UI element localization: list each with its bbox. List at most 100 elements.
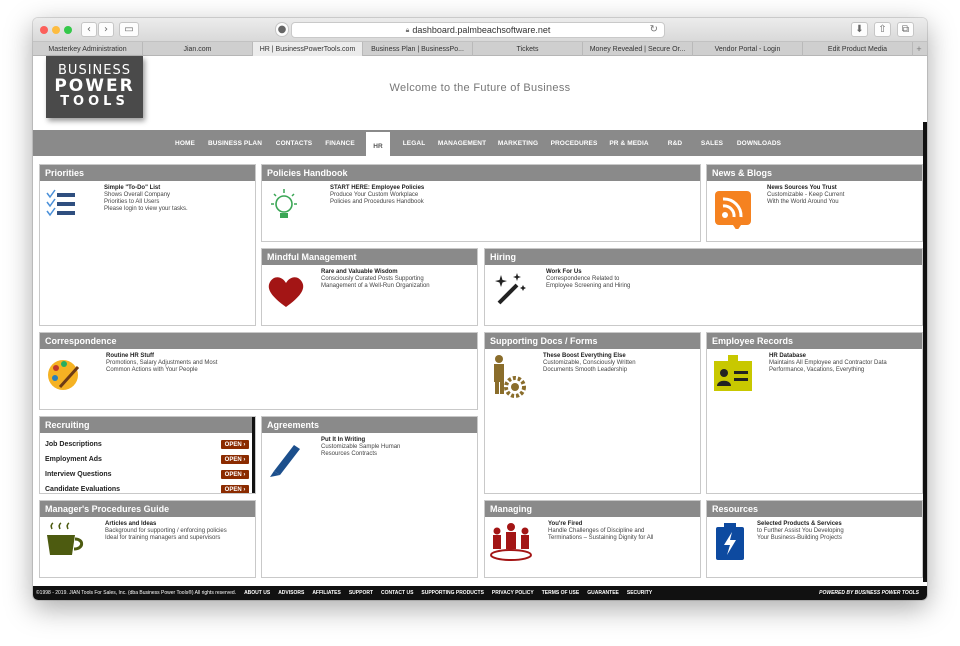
panel-recruiting: Recruiting Job Descriptions OPEN › Employ… bbox=[39, 416, 256, 494]
back-button[interactable]: ‹ bbox=[81, 22, 97, 37]
open-button[interactable]: OPEN › bbox=[221, 455, 249, 464]
nav-rnd[interactable]: R&D bbox=[665, 130, 685, 156]
id-card-icon bbox=[714, 355, 752, 391]
browser-tab[interactable]: Masterkey Administration bbox=[33, 42, 143, 56]
browser-tab[interactable]: Tickets bbox=[473, 42, 583, 56]
list-item[interactable]: Candidate Evaluations OPEN › bbox=[45, 482, 249, 493]
panel-policies-handbook[interactable]: Policies Handbook START HERE: Employee P… bbox=[261, 164, 701, 242]
url-text: dashboard.palmbeachsoftware.net bbox=[412, 25, 551, 35]
pen-icon bbox=[270, 445, 300, 477]
panel-title: Recruiting bbox=[40, 417, 255, 433]
list-item[interactable]: Employment Ads OPEN › bbox=[45, 452, 249, 466]
footer-link-privacy[interactable]: PRIVACY POLICY bbox=[492, 590, 534, 596]
panel-agreements[interactable]: Agreements Put It In Writing Customizabl… bbox=[261, 416, 478, 578]
panel-mindful-management[interactable]: Mindful Management Rare and Valuable Wis… bbox=[261, 248, 478, 326]
list-item[interactable]: Interview Questions OPEN › bbox=[45, 467, 249, 481]
panel-supporting-docs[interactable]: Supporting Docs / Forms These Boost Ever… bbox=[484, 332, 701, 494]
welcome-banner: Welcome to the Future of Business bbox=[389, 82, 571, 94]
footer-copyright: ©1998 - 2019. JIAN Tools For Sales, Inc.… bbox=[36, 590, 237, 596]
panel-managers-guide[interactable]: Manager's Procedures Guide Articles and … bbox=[39, 500, 256, 578]
footer-link-support[interactable]: SUPPORT bbox=[349, 590, 373, 596]
nav-legal[interactable]: LEGAL bbox=[402, 130, 426, 156]
downloads-button[interactable]: ⬇ bbox=[851, 22, 868, 37]
panel-title: Policies Handbook bbox=[262, 165, 700, 181]
page-scrollbar[interactable] bbox=[923, 122, 927, 582]
close-window-button[interactable] bbox=[40, 26, 48, 34]
browser-tab[interactable]: Money Revealed | Secure Or... bbox=[583, 42, 693, 56]
panel-title: Employee Records bbox=[707, 333, 922, 349]
open-button[interactable]: OPEN › bbox=[221, 485, 249, 493]
browser-tab-bar: Masterkey Administration Jian.com HR | B… bbox=[33, 42, 927, 56]
chevron-left-icon: ‹ bbox=[87, 24, 91, 35]
share-button[interactable]: ⇧ bbox=[874, 22, 891, 37]
footer-link-terms[interactable]: TERMS OF USE bbox=[542, 590, 580, 596]
nav-marketing[interactable]: MARKETING bbox=[498, 130, 538, 156]
gear-person-icon bbox=[494, 355, 526, 398]
browser-tab[interactable]: Business Plan | BusinessPo... bbox=[363, 42, 473, 56]
panel-resources[interactable]: Resources Selected Products & Services t… bbox=[706, 500, 923, 578]
footer-link-security[interactable]: SECURITY bbox=[627, 590, 652, 596]
footer-link-about[interactable]: ABOUT US bbox=[244, 590, 270, 596]
reload-icon[interactable]: ↻ bbox=[650, 24, 658, 35]
panel-priorities[interactable]: Priorities Simple "To-Do" List Shows Ove… bbox=[39, 164, 256, 326]
battery-icon bbox=[716, 523, 744, 560]
footer-link-guarantee[interactable]: GUARANTEE bbox=[587, 590, 619, 596]
address-bar[interactable]: 🔒︎ dashboard.palmbeachsoftware.net ↻ bbox=[291, 22, 665, 38]
extension-icon: ● bbox=[277, 24, 287, 35]
nav-procedures[interactable]: PROCEDURES bbox=[551, 130, 598, 156]
panel-hiring[interactable]: Hiring Work For Us Correspondence Relate… bbox=[484, 248, 923, 326]
rss-icon bbox=[715, 191, 751, 229]
footer-link-contact[interactable]: CONTACT US bbox=[381, 590, 413, 596]
sidebar-button[interactable]: ▭ bbox=[119, 22, 139, 37]
tab-overview-button[interactable]: ⧉ bbox=[897, 22, 914, 37]
panel-correspondence[interactable]: Correspondence Routine HR Stuff Promotio… bbox=[39, 332, 478, 410]
browser-tab[interactable]: Jian.com bbox=[143, 42, 253, 56]
open-button[interactable]: OPEN › bbox=[221, 470, 249, 479]
panel-news-blogs[interactable]: News & Blogs News Sources You Trust Cust… bbox=[706, 164, 923, 242]
nav-finance[interactable]: FINANCE bbox=[325, 130, 354, 156]
panel-title: Mindful Management bbox=[262, 249, 477, 265]
nav-home[interactable]: HOME bbox=[171, 130, 199, 156]
panel-title: Hiring bbox=[485, 249, 922, 265]
sidebar-icon: ▭ bbox=[124, 24, 134, 35]
new-tab-button[interactable]: + bbox=[913, 42, 925, 55]
download-icon: ⬇ bbox=[855, 24, 864, 35]
magic-wand-icon bbox=[495, 273, 526, 305]
panel-title: Agreements bbox=[262, 417, 477, 433]
footer-link-supporting-products[interactable]: SUPPORTING PRODUCTS bbox=[421, 590, 484, 596]
nav-contacts[interactable]: CONTACTS bbox=[276, 130, 312, 156]
nav-sales[interactable]: SALES bbox=[701, 130, 723, 156]
browser-tab-active[interactable]: HR | BusinessPowerTools.com bbox=[253, 42, 363, 56]
browser-tab[interactable]: Vendor Portal - Login bbox=[693, 42, 803, 56]
nav-management[interactable]: MANAGEMENT bbox=[438, 130, 486, 156]
extension-button[interactable]: ● bbox=[275, 22, 289, 37]
browser-tab[interactable]: Edit Product Media bbox=[803, 42, 913, 56]
nav-pr-media[interactable]: PR & MEDIA bbox=[609, 130, 648, 156]
tabs-icon: ⧉ bbox=[901, 24, 910, 35]
forward-button[interactable]: › bbox=[98, 22, 114, 37]
panel-managing[interactable]: Managing You're Fired Handle Challenges … bbox=[484, 500, 701, 578]
footer-link-advisors[interactable]: ADVISORS bbox=[278, 590, 304, 596]
nav-downloads[interactable]: DOWNLOADS bbox=[737, 130, 781, 156]
nav-business-plan[interactable]: BUSINESS PLAN bbox=[208, 130, 262, 156]
zoom-window-button[interactable] bbox=[64, 26, 72, 34]
lightbulb-icon bbox=[271, 189, 297, 218]
panel-employee-records[interactable]: Employee Records HR Database Maintains A… bbox=[706, 332, 923, 494]
panel-title: Priorities bbox=[40, 165, 255, 181]
list-item[interactable]: Job Descriptions OPEN › bbox=[45, 437, 249, 451]
footer-powered-by: POWERED BY BUSINESS POWER TOOLS bbox=[819, 590, 919, 596]
minimize-window-button[interactable] bbox=[52, 26, 60, 34]
browser-window: ‹ › ▭ ● 🔒︎ dashboard.palmbeachsoftware.n… bbox=[33, 18, 927, 600]
open-button[interactable]: OPEN › bbox=[221, 440, 249, 449]
chevron-right-icon: › bbox=[104, 24, 108, 35]
panel-title: Managing bbox=[485, 501, 700, 517]
share-icon: ⇧ bbox=[878, 24, 887, 35]
footer: ©1998 - 2019. JIAN Tools For Sales, Inc.… bbox=[33, 586, 927, 600]
panel-title: News & Blogs bbox=[707, 165, 922, 181]
palette-icon bbox=[48, 360, 80, 390]
footer-link-affiliates[interactable]: AFFILIATES bbox=[312, 590, 341, 596]
heart-icon bbox=[268, 277, 304, 307]
lock-icon: 🔒︎ bbox=[405, 25, 410, 34]
scrollbar[interactable] bbox=[252, 417, 255, 493]
nav-hr[interactable]: HR bbox=[366, 132, 390, 160]
